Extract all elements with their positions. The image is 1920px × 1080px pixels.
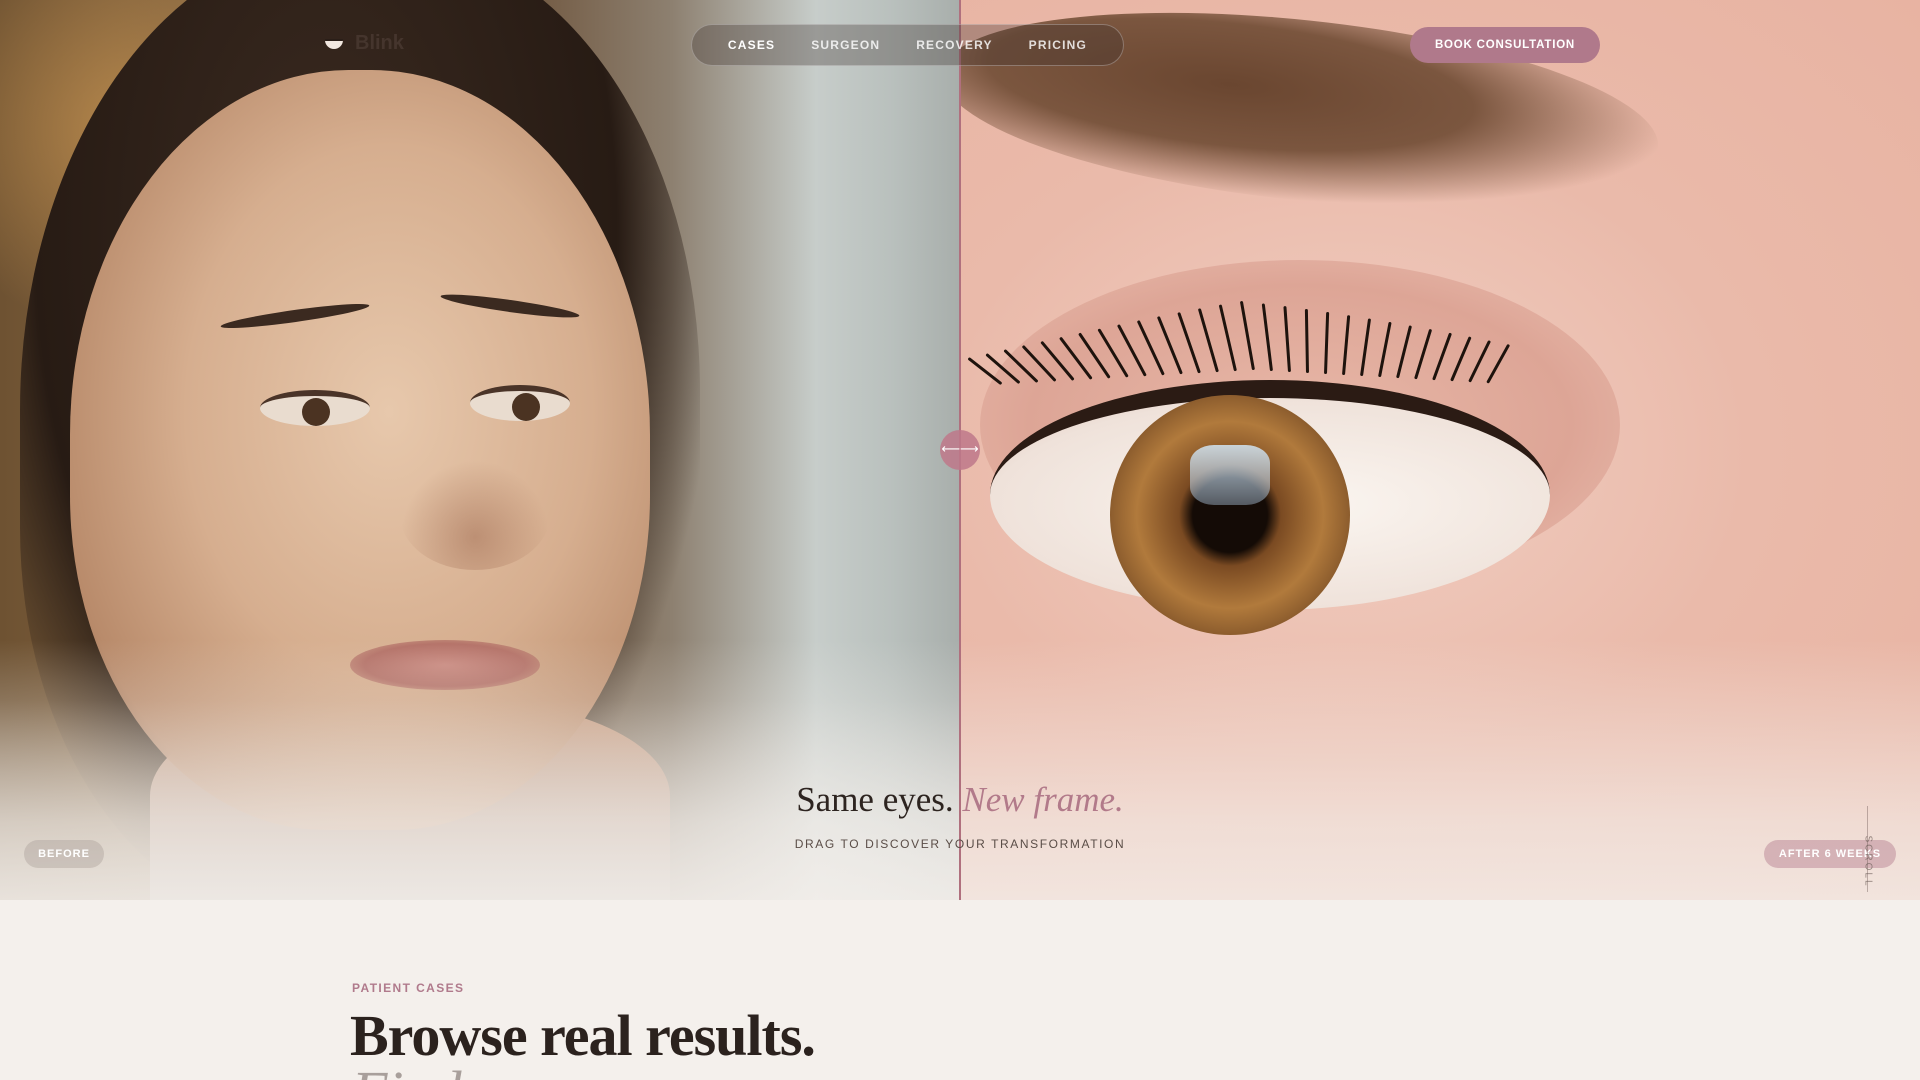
- brand-name: Blink: [355, 32, 404, 54]
- nav-cases[interactable]: CASES: [728, 38, 775, 52]
- headline-accent: New frame.: [962, 780, 1124, 819]
- nav-recovery[interactable]: RECOVERY: [916, 38, 993, 52]
- patient-cases-section: [0, 900, 1920, 1080]
- eye-icon: [325, 38, 343, 49]
- section-eyebrow: PATIENT CASES: [352, 981, 465, 995]
- brand-logo[interactable]: Blink: [325, 32, 404, 55]
- book-consultation-button[interactable]: BOOK CONSULTATION: [1410, 27, 1600, 63]
- main-nav: CASES SURGEON RECOVERY PRICING: [691, 24, 1124, 66]
- drag-handle-icon[interactable]: ⟵⟶: [940, 430, 980, 470]
- headline-main: Same eyes.: [796, 780, 954, 819]
- hero-headline: Same eyes. New frame.: [0, 780, 1920, 820]
- before-badge: BEFORE: [24, 840, 104, 868]
- nav-pricing[interactable]: PRICING: [1029, 38, 1087, 52]
- section-title-second-line: Find: [352, 1058, 462, 1080]
- scroll-indicator[interactable]: SCROLL: [1862, 806, 1874, 892]
- hero-comparison[interactable]: ⟵⟶ Blink CASES SURGEON RECOVERY PRICING …: [0, 0, 1920, 900]
- nav-surgeon[interactable]: SURGEON: [811, 38, 880, 52]
- after-badge: AFTER 6 WEEKS: [1764, 840, 1896, 868]
- hero-subline: DRAG TO DISCOVER YOUR TRANSFORMATION: [794, 837, 1126, 851]
- scroll-label: SCROLL: [1862, 835, 1874, 888]
